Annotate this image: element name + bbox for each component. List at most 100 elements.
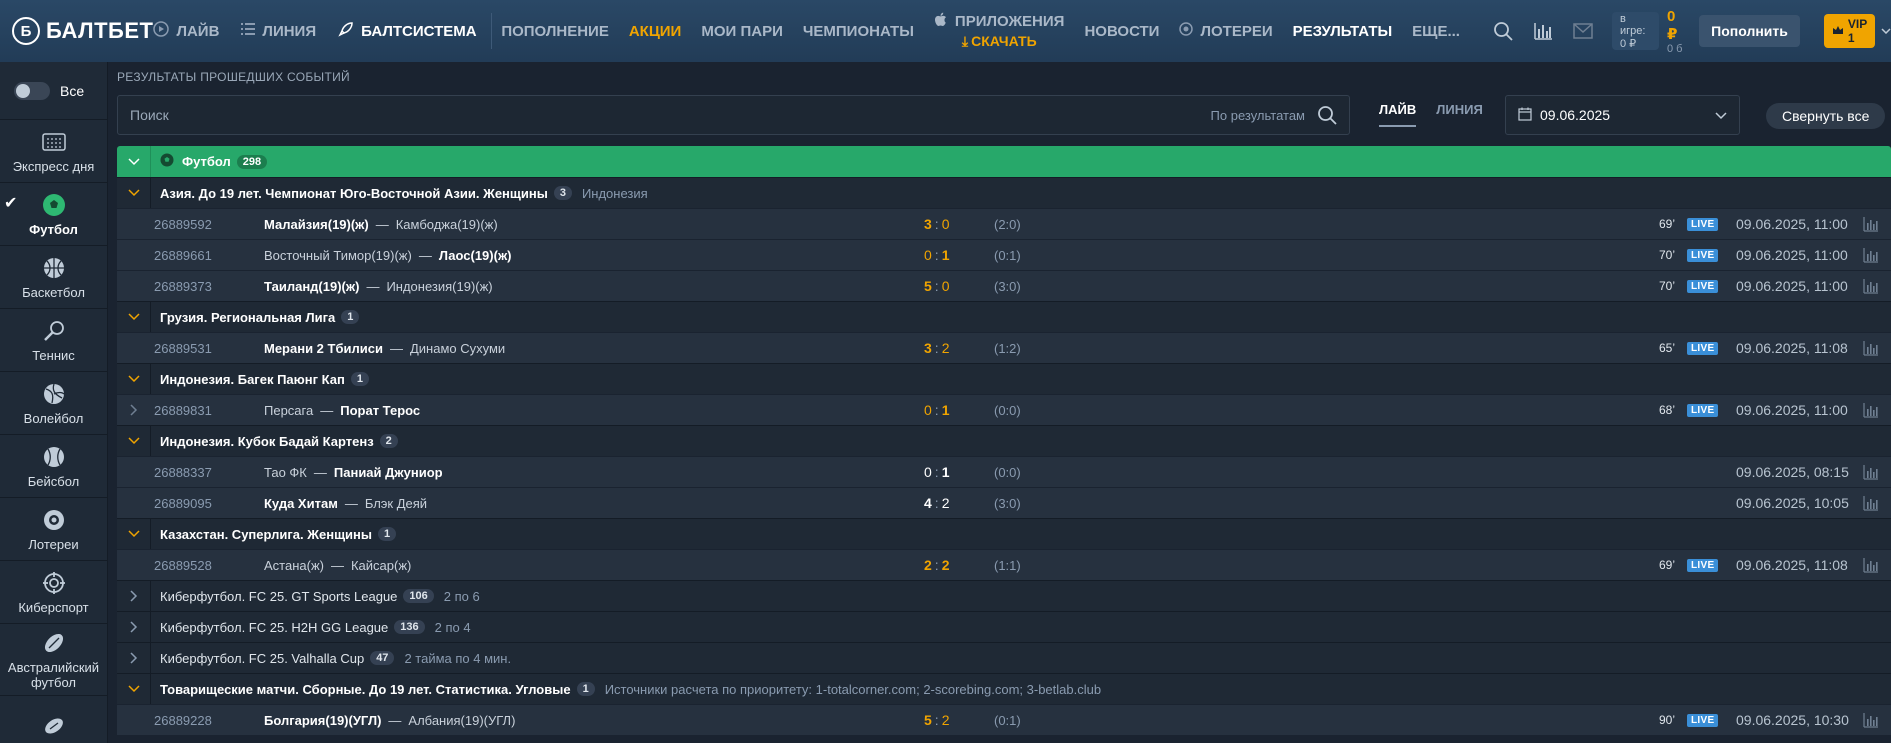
mail-icon[interactable] — [1572, 20, 1594, 42]
chevron-right-icon[interactable] — [117, 612, 151, 642]
score-away: 2 — [941, 340, 950, 356]
search-icon[interactable] — [1492, 20, 1514, 42]
search-icon[interactable] — [1317, 105, 1337, 125]
chevron-down-icon[interactable] — [117, 674, 151, 704]
league-row[interactable]: Индонезия. Багек Паюнг Кап 1 — [117, 363, 1891, 394]
match-row[interactable]: 26889592 Малайзия(19)(ж) — Камбоджа(19)(ж) 3… — [117, 208, 1891, 239]
search-input[interactable] — [130, 107, 1211, 123]
sidebar-item-label: Экспресс дня — [12, 158, 95, 174]
match-row[interactable]: 26888337 Тао ФК — Паниай Джуниор 0:1 (0:0) 09.… — [117, 456, 1891, 487]
collapse-all-button[interactable]: Свернуть все — [1766, 103, 1886, 129]
esports-icon — [41, 570, 67, 596]
league-row[interactable]: Грузия. Региональная Лига 1 — [117, 301, 1891, 332]
chevron-right-icon[interactable] — [117, 395, 151, 425]
date-picker[interactable]: 09.06.2025 — [1505, 95, 1740, 135]
match-teams[interactable]: Куда Хитам — Блэк Деяй — [264, 496, 427, 511]
statistics-icon[interactable] — [1863, 247, 1879, 263]
nav-deposit[interactable]: ПОПОЛНЕНИЕ — [501, 23, 609, 40]
nav-baltsystem[interactable]: БАЛТСИСТЕМА — [338, 21, 477, 41]
league-row[interactable]: Киберфутбол. FC 25. H2H GG League 136 2 по… — [117, 611, 1891, 642]
nav-apps[interactable]: ПРИЛОЖЕНИЯ ⤓ СКАЧАТЬ — [934, 12, 1065, 50]
league-row[interactable]: Киберфутбол. FC 25. Valhalla Cup 47 2 тайм… — [117, 642, 1891, 673]
chevron-down-icon[interactable] — [117, 178, 151, 208]
nav-news[interactable]: НОВОСТИ — [1084, 23, 1159, 40]
nav-championships[interactable]: ЧЕМПИОНАТЫ — [803, 23, 914, 40]
search-box[interactable]: По результатам — [117, 95, 1350, 135]
chevron-down-icon[interactable] — [117, 302, 151, 332]
all-toggle-row[interactable]: Все — [0, 62, 107, 120]
sport-header-football[interactable]: Футбол 298 — [117, 146, 1891, 177]
match-teams[interactable]: Болгария(19)(УГЛ) — Албания(19)(УГЛ) — [264, 713, 515, 728]
sidebar-item-rugby[interactable] — [0, 696, 107, 743]
match-row[interactable]: 26889831 Персага — Порат Терос 0:1 (0:0) 68’ LI… — [117, 394, 1891, 425]
match-row[interactable]: 26889661 Восточный Тимор(19)(ж) — Лаос(19)(… — [117, 239, 1891, 270]
statistics-icon[interactable] — [1863, 402, 1879, 418]
chevron-down-icon[interactable] — [117, 364, 151, 394]
league-row[interactable]: Товарищеские матчи. Сборные. До 19 лет. … — [117, 673, 1891, 704]
match-row[interactable]: 26889528 Астана(ж) — Кайсар(ж) 2:2 (1:1) 69’ LI… — [117, 549, 1891, 580]
match-id: 26889531 — [154, 340, 212, 356]
match-teams[interactable]: Мерани 2 Тбилиси — Динамо Сухуми — [264, 341, 505, 356]
statistics-icon[interactable] — [1863, 464, 1879, 480]
match-row[interactable]: 26889228 Болгария(19)(УГЛ) — Албания(19)(УГ… — [117, 704, 1891, 735]
nav-my-bets[interactable]: МОИ ПАРИ — [701, 23, 783, 40]
statistics-icon[interactable] — [1863, 712, 1879, 728]
statistics-icon[interactable] — [1532, 20, 1554, 42]
statistics-icon[interactable] — [1863, 495, 1879, 511]
league-row[interactable]: Казахстан. Суперлига. Женщины 1 — [117, 518, 1891, 549]
teams-dash: — — [344, 495, 358, 511]
chevron-right-icon[interactable] — [117, 643, 151, 673]
match-row[interactable]: 26889095 Куда Хитам — Блэк Деяй 4:2 (3:0) 09.0… — [117, 487, 1891, 518]
match-teams[interactable]: Тао ФК — Паниай Джуниор — [264, 465, 443, 480]
statistics-icon[interactable] — [1863, 216, 1879, 232]
nav-lotteries[interactable]: ЛОТЕРЕИ — [1179, 22, 1273, 40]
chevron-right-icon[interactable] — [117, 581, 151, 611]
half-time-score: (2:0) — [994, 216, 1021, 232]
sidebar-item-football[interactable]: ✔ Футбол — [0, 183, 107, 246]
all-toggle[interactable] — [14, 81, 50, 100]
match-teams[interactable]: Таиланд(19)(ж) — Индонезия(19)(ж) — [264, 279, 493, 294]
nav-promotions[interactable]: АКЦИИ — [629, 23, 682, 40]
league-row[interactable]: Индонезия. Кубок Бадай Картенз 2 — [117, 425, 1891, 456]
sidebar-item-tennis[interactable]: Теннис — [0, 309, 107, 372]
statistics-icon[interactable] — [1863, 340, 1879, 356]
logo[interactable]: Б БАЛТБЕТ — [0, 17, 153, 45]
sidebar-item-baseball[interactable]: Бейсбол — [0, 435, 107, 498]
sidebar-item-basketball[interactable]: Баскетбол — [0, 246, 107, 309]
sidebar-item-volleyball[interactable]: Волейбол — [0, 372, 107, 435]
tab-line[interactable]: ЛИНИЯ — [1436, 102, 1483, 127]
chevron-down-icon[interactable] — [1881, 25, 1891, 37]
nav-lotteries-label: ЛОТЕРЕИ — [1200, 22, 1273, 40]
chevron-down-icon[interactable] — [117, 426, 151, 456]
nav-more[interactable]: ЕЩЕ... — [1412, 23, 1460, 40]
wallet-in-play[interactable]: в игре: 0 ₽ — [1611, 12, 1659, 50]
match-row[interactable]: 26889373 Таиланд(19)(ж) — Индонезия(19)(ж) 5… — [117, 270, 1891, 301]
statistics-icon[interactable] — [1863, 278, 1879, 294]
sidebar-item-aussie-football[interactable]: Австралийский футбол — [0, 624, 107, 696]
balance[interactable]: 0 ₽ 0 б — [1667, 8, 1683, 55]
sidebar-item-lotteries[interactable]: Лотереи — [0, 498, 107, 561]
nav-live[interactable]: ЛАЙВ — [153, 21, 219, 41]
sidebar-item-label: Лотереи — [28, 536, 79, 552]
deposit-button[interactable]: Пополнить — [1699, 15, 1800, 47]
nav-results[interactable]: РЕЗУЛЬТАТЫ — [1293, 23, 1393, 40]
tab-live[interactable]: ЛАЙВ — [1379, 102, 1417, 127]
match-teams[interactable]: Малайзия(19)(ж) — Камбоджа(19)(ж) — [264, 217, 498, 232]
nav-line[interactable]: ЛИНИЯ — [241, 22, 316, 40]
download-link[interactable]: ⤓ СКАЧАТЬ — [962, 33, 1065, 50]
vip-button[interactable]: VIP 1 — [1823, 14, 1875, 48]
match-teams[interactable]: Астана(ж) — Кайсар(ж) — [264, 558, 411, 573]
search-scope[interactable]: По результатам — [1211, 108, 1305, 123]
chevron-down-icon[interactable] — [117, 519, 151, 549]
league-row[interactable]: Азия. До 19 лет. Чемпионат Юго-Восточной… — [117, 177, 1891, 208]
chevron-down-icon[interactable] — [117, 146, 151, 177]
row-spacer — [117, 550, 151, 580]
sidebar-item-express[interactable]: Экспресс дня — [0, 120, 107, 183]
score-separator: : — [934, 464, 939, 480]
match-teams[interactable]: Персага — Порат Терос — [264, 403, 420, 418]
sidebar-item-esports[interactable]: Киберспорт — [0, 561, 107, 624]
statistics-icon[interactable] — [1863, 557, 1879, 573]
match-row[interactable]: 26889531 Мерани 2 Тбилиси — Динамо Сухуми 3:… — [117, 332, 1891, 363]
league-row[interactable]: Киберфутбол. FC 25. GT Sports League 106 2… — [117, 580, 1891, 611]
match-teams[interactable]: Восточный Тимор(19)(ж) — Лаос(19)(ж) — [264, 248, 512, 263]
